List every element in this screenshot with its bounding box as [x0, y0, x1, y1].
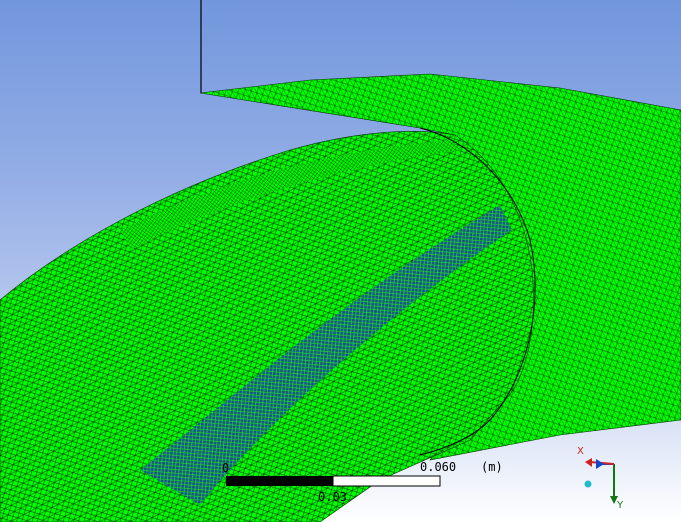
graphics-viewport[interactable]: 0 0.03 0.060 (m) X Y	[0, 0, 681, 522]
scale-bar-empty	[332, 475, 441, 487]
triad-x-label: X	[577, 446, 584, 457]
axis-triad	[584, 458, 618, 504]
scale-end-label: 0.060	[420, 460, 457, 474]
scale-bar-filled	[226, 476, 333, 486]
scale-mid-label: 0.03	[318, 490, 347, 504]
z-axis-arrow	[596, 459, 604, 469]
triad-y-label: Y	[617, 500, 624, 511]
scale-unit-label: (m)	[481, 460, 503, 474]
axis-origin-icon	[584, 480, 592, 488]
mesh-display[interactable]	[0, 0, 681, 522]
scale-start-label: 0	[222, 461, 230, 475]
